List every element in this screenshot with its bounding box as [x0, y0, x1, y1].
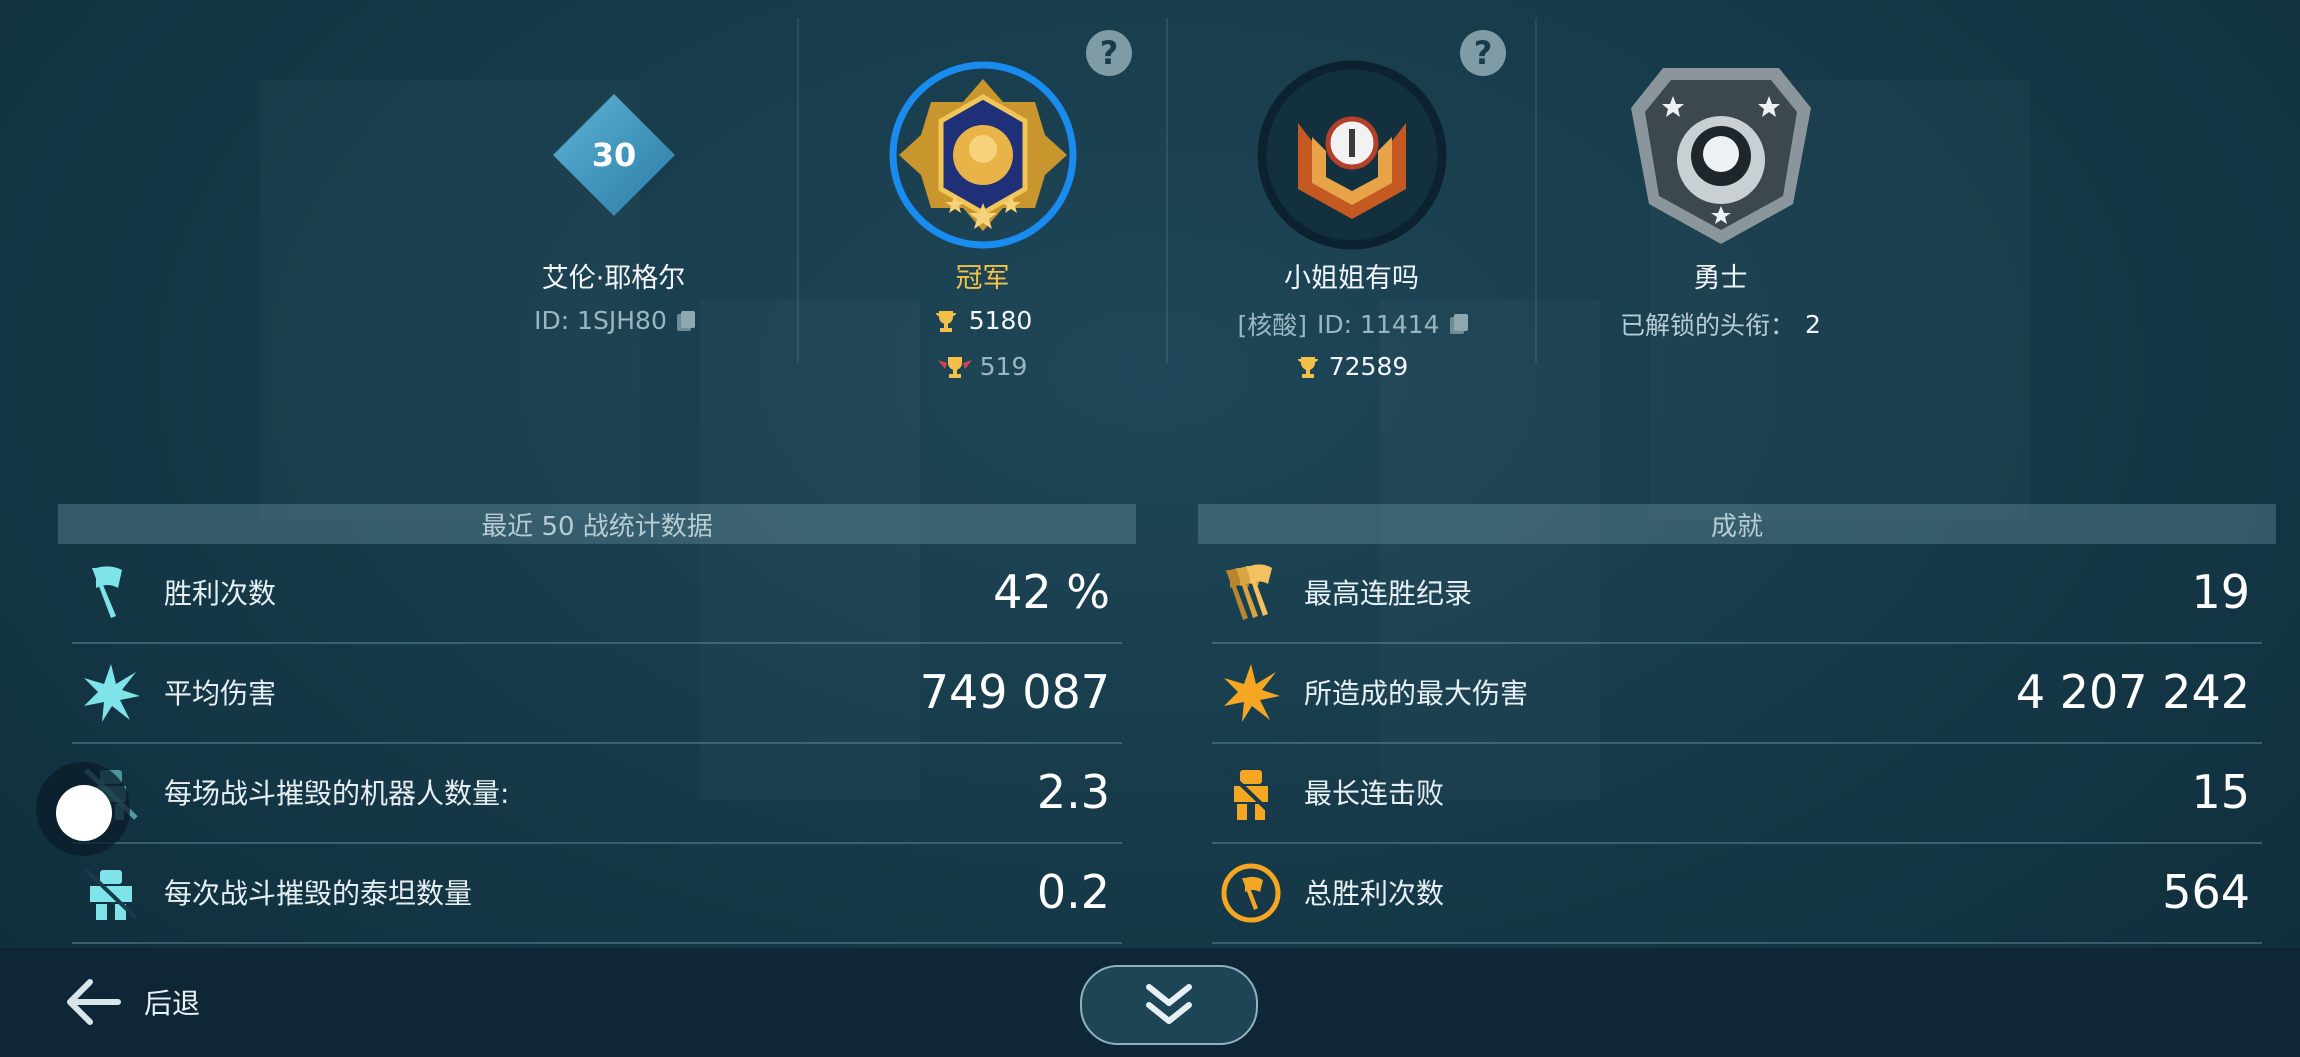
titles-unlocked-count: 2 — [1805, 309, 1821, 339]
achievement-row-win-streak: 最高连胜纪录 19 — [1212, 542, 2262, 644]
stat-value: 2.3 — [1036, 765, 1110, 819]
stat-value: 0.2 — [1036, 865, 1110, 919]
achievements-panel-header: 成就 — [1198, 504, 2276, 544]
copy-icon[interactable] — [676, 310, 695, 331]
stat-label: 每次战斗摧毁的泰坦数量 — [164, 877, 473, 910]
player-name: 艾伦·耶格尔 — [541, 263, 686, 294]
achievement-value: 564 — [2162, 865, 2250, 919]
league-sub-row: 519 — [799, 352, 1166, 381]
league-emblem[interactable] — [799, 60, 1166, 250]
robot-destroyed-icon — [1224, 768, 1278, 820]
floating-assist-knob — [56, 785, 112, 841]
stat-row-robots-destroyed: 每场战斗摧毁的机器人数量: 2.3 — [72, 742, 1122, 844]
clan-trophies-row: 72589 — [1168, 352, 1535, 381]
title-name: 勇士 — [1693, 263, 1748, 294]
clan-id-row: [核酸] ID: 11414 — [1168, 306, 1535, 342]
level-badge[interactable]: 30 — [430, 60, 797, 250]
flag-circle-icon — [1221, 863, 1281, 923]
copy-icon[interactable] — [1449, 314, 1468, 334]
player-id: ID: 1SJH80 — [534, 306, 667, 335]
clan-tag: [核酸] — [1237, 311, 1307, 340]
stats-panel-header: 最近 50 战统计数据 — [58, 504, 1136, 544]
player-id-row: ID: 1SJH80 — [430, 306, 797, 335]
clan-name: 小姐姐有吗 — [1284, 263, 1419, 294]
achievement-row-total-wins: 总胜利次数 564 — [1212, 842, 2262, 944]
burst-icon — [1224, 664, 1280, 722]
achievement-label: 所造成的最大伤害 — [1304, 677, 1529, 710]
titan-destroyed-icon — [84, 868, 138, 920]
burst-icon — [84, 664, 140, 722]
champion-lion-icon — [889, 61, 1076, 249]
achievement-label: 总胜利次数 — [1304, 877, 1445, 910]
clan-trophies: 72589 — [1328, 352, 1409, 381]
stat-value: 42 % — [993, 565, 1110, 619]
achievement-value: 4 207 242 — [2015, 665, 2250, 719]
trophy-icon — [1297, 356, 1318, 378]
double-chevron-down-icon — [1146, 984, 1192, 1024]
stat-label: 每场战斗摧毁的机器人数量: — [164, 777, 510, 810]
stat-row-titans-destroyed: 每次战斗摧毁的泰坦数量 0.2 — [72, 842, 1122, 944]
level-diamond-icon: 30 — [552, 94, 675, 216]
titles-unlocked-label: 已解锁的头衔： — [1620, 311, 1796, 340]
achievement-label: 最长连击败 — [1304, 777, 1445, 810]
achievement-row-max-damage: 所造成的最大伤害 4 207 242 — [1212, 642, 2262, 744]
back-arrow-icon — [67, 979, 121, 1025]
league-name: 冠军 — [955, 263, 1010, 294]
stat-row-wins: 胜利次数 42 % — [72, 542, 1122, 644]
stat-value: 749 087 — [919, 665, 1110, 719]
league-help-button[interactable]: ? — [1086, 30, 1132, 76]
league-sub-trophies: 519 — [979, 352, 1028, 381]
titles-unlocked-row: 已解锁的头衔： 2 — [1537, 306, 1904, 342]
achievement-value: 19 — [2191, 565, 2250, 619]
league-trophies: 5180 — [968, 306, 1033, 335]
floating-assist-button[interactable] — [36, 762, 130, 856]
back-label: 后退 — [144, 987, 201, 1020]
clan-help-button[interactable]: ? — [1460, 30, 1506, 76]
stat-label: 胜利次数 — [164, 577, 277, 610]
achievement-label: 最高连胜纪录 — [1304, 577, 1473, 610]
clan-shield-icon — [1257, 60, 1446, 250]
achievement-row-kill-streak: 最长连击败 15 — [1212, 742, 2262, 844]
title-emblem[interactable] — [1537, 60, 1904, 250]
clan-emblem[interactable] — [1168, 60, 1535, 250]
flag-icon — [92, 566, 122, 618]
achievement-value: 15 — [2191, 765, 2250, 819]
back-button[interactable]: 后退 — [66, 978, 200, 1026]
multi-flag-icon — [1226, 564, 1272, 620]
clan-id: ID: 11414 — [1316, 309, 1440, 339]
level-number: 30 — [591, 136, 636, 174]
expand-button[interactable] — [1080, 965, 1258, 1045]
stat-row-avg-damage: 平均伤害 749 087 — [72, 642, 1122, 744]
stat-label: 平均伤害 — [164, 677, 277, 710]
league-trophies-row: 5180 — [799, 306, 1166, 335]
trophy-icon — [935, 310, 956, 332]
warrior-lion-icon — [1630, 68, 1811, 244]
trophy-wings-icon — [937, 356, 972, 378]
